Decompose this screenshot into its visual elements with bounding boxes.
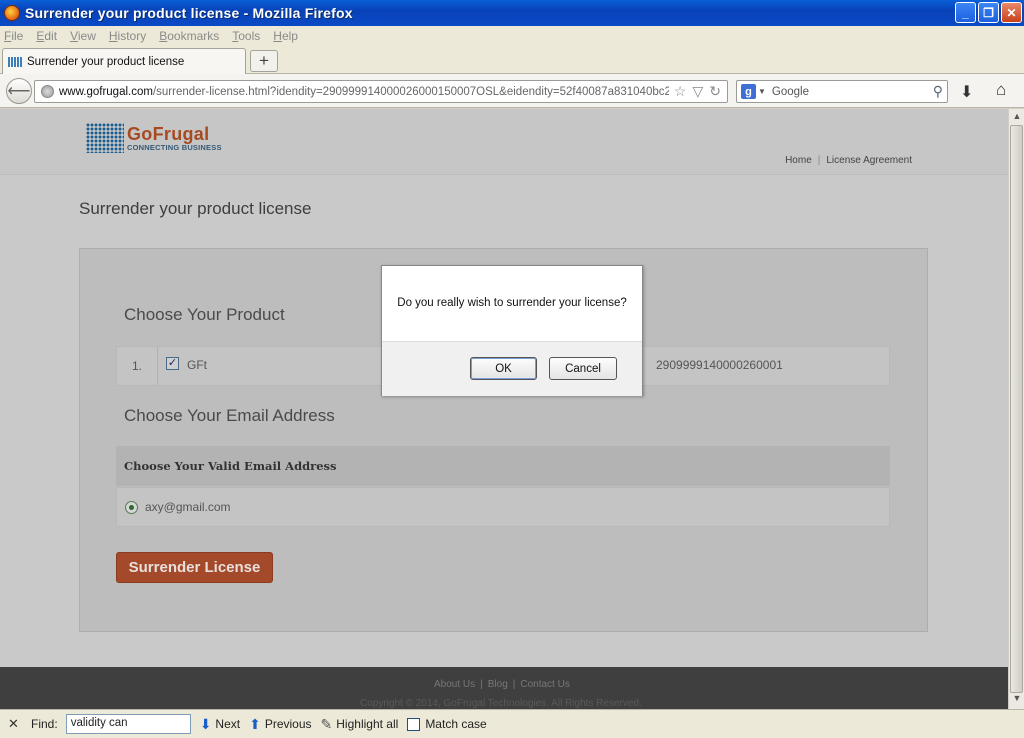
nav-home-link[interactable]: Home — [785, 155, 812, 166]
tab-label: Surrender your product license — [27, 55, 185, 68]
email-table-header: Choose Your Valid Email Address — [116, 446, 890, 486]
email-address: axy@gmail.com — [145, 500, 231, 514]
menu-view[interactable]: View — [70, 29, 96, 43]
product-index: 1. — [117, 347, 158, 385]
google-icon[interactable]: g — [741, 84, 756, 99]
footer-copyright: Copyright © 2014, GoFrugal Technologies.… — [360, 698, 642, 709]
checkbox-icon — [407, 717, 421, 731]
history-dropdown-icon[interactable]: ▽ — [692, 83, 703, 100]
restore-button[interactable]: ❐ — [978, 2, 999, 23]
page-viewport: GoFrugal CONNECTING BUSINESS Home | Licens… — [0, 109, 1008, 709]
nav-license-agreement-link[interactable]: License Agreement — [826, 155, 912, 166]
find-next-button[interactable]: ⬇ Next — [200, 716, 240, 733]
reload-icon[interactable]: ↻ — [709, 83, 721, 100]
match-case-checkbox[interactable]: Match case — [407, 717, 487, 731]
site-header: GoFrugal CONNECTING BUSINESS Home | Licens… — [0, 109, 1008, 175]
find-input[interactable]: validity can — [65, 714, 191, 734]
globe-icon — [41, 85, 54, 98]
footer-contact-link[interactable]: Contact Us — [520, 679, 569, 690]
menu-bar: File Edit View History Bookmarks Tools H… — [0, 26, 1024, 46]
product-name: GFt — [187, 358, 207, 372]
minimize-button[interactable]: _ — [955, 2, 976, 23]
section-title-email: Choose Your Email Address — [124, 406, 335, 425]
menu-file[interactable]: File — [4, 29, 23, 43]
logo-name: GoFrugal — [127, 123, 210, 144]
footer-blog-link[interactable]: Blog — [488, 679, 508, 690]
menu-history[interactable]: History — [109, 29, 146, 43]
search-engine-dropdown-icon[interactable]: ▼ — [758, 87, 766, 96]
footer-about-link[interactable]: About Us — [434, 679, 475, 690]
highlight-all-button[interactable]: ✎ Highlight all — [321, 716, 399, 733]
menu-edit[interactable]: Edit — [36, 29, 57, 43]
menu-tools[interactable]: Tools — [232, 29, 260, 43]
tab-strip: Surrender your product license + — [0, 46, 1024, 74]
menu-help[interactable]: Help — [273, 29, 298, 43]
back-arrow-icon: ⟵ — [7, 83, 31, 100]
firefox-icon — [4, 5, 20, 21]
bookmark-star-icon[interactable]: ☆ — [674, 83, 687, 100]
page-title: Surrender your product license — [79, 199, 312, 218]
cancel-button[interactable]: Cancel — [549, 357, 617, 380]
scrollbar-thumb[interactable] — [1010, 125, 1023, 693]
highlighter-icon: ✎ — [320, 715, 333, 732]
search-input[interactable]: Google — [772, 86, 809, 98]
url-bar[interactable]: www.gofrugal.com/surrender-license.html?… — [34, 80, 728, 103]
home-icon[interactable]: ⌂ — [996, 80, 1006, 100]
window-title: Surrender your product license - Mozilla… — [25, 5, 353, 21]
logo-tagline: CONNECTING BUSINESS — [127, 142, 222, 152]
navigation-bar: ⟵ www.gofrugal.com/surrender-license.htm… — [0, 74, 1024, 108]
surrender-license-button[interactable]: Surrender License — [116, 552, 273, 583]
find-label: Find: — [31, 717, 58, 731]
downloads-icon[interactable]: ⬇ — [960, 82, 973, 102]
email-row: axy@gmail.com — [116, 487, 890, 527]
close-window-button[interactable]: ✕ — [1001, 2, 1022, 23]
section-title-product: Choose Your Product — [124, 305, 285, 324]
close-find-bar-icon[interactable]: ✕ — [8, 716, 20, 732]
arrow-down-icon: ⬇ — [199, 715, 212, 732]
gofrugal-logo[interactable]: GoFrugal CONNECTING BUSINESS — [86, 123, 222, 153]
logo-dots-icon — [86, 123, 124, 153]
search-icon[interactable]: ⚲ — [933, 83, 943, 100]
find-bar: ✕ Find: validity can ⬇ Next ⬆ Previous ✎ Hi… — [0, 709, 1024, 738]
arrow-up-icon: ⬆ — [249, 715, 261, 732]
back-button[interactable]: ⟵ — [6, 78, 32, 104]
new-tab-button[interactable]: + — [250, 50, 278, 72]
menu-bookmarks[interactable]: Bookmarks — [159, 29, 219, 43]
site-footer: About Us | Blog | Contact Us Copyright © 201… — [0, 667, 1008, 709]
scroll-up-icon[interactable]: ▲ — [1011, 111, 1023, 125]
email-radio[interactable] — [125, 500, 138, 514]
vertical-scrollbar[interactable]: ▲ ▼ — [1008, 109, 1024, 709]
product-license-id: 2909999140000260001 — [656, 358, 783, 372]
search-bar[interactable]: g ▼ Google ⚲ — [736, 80, 948, 103]
product-checkbox[interactable]: ✓ — [166, 357, 179, 370]
url-text[interactable]: www.gofrugal.com/surrender-license.html?… — [59, 86, 669, 98]
tab-surrender-license[interactable]: Surrender your product license — [2, 48, 246, 74]
dialog-message: Do you really wish to surrender your lic… — [397, 297, 627, 309]
scroll-down-icon[interactable]: ▼ — [1011, 693, 1023, 707]
find-previous-button[interactable]: ⬆ Previous — [249, 716, 311, 733]
site-favicon-icon — [8, 56, 22, 67]
site-nav: Home | License Agreement — [785, 155, 912, 166]
ok-button[interactable]: OK — [470, 357, 537, 380]
dialog-footer: OK Cancel — [382, 341, 642, 396]
window-titlebar: Surrender your product license - Mozilla… — [0, 0, 1024, 26]
confirm-dialog: Do you really wish to surrender your lic… — [381, 265, 643, 396]
